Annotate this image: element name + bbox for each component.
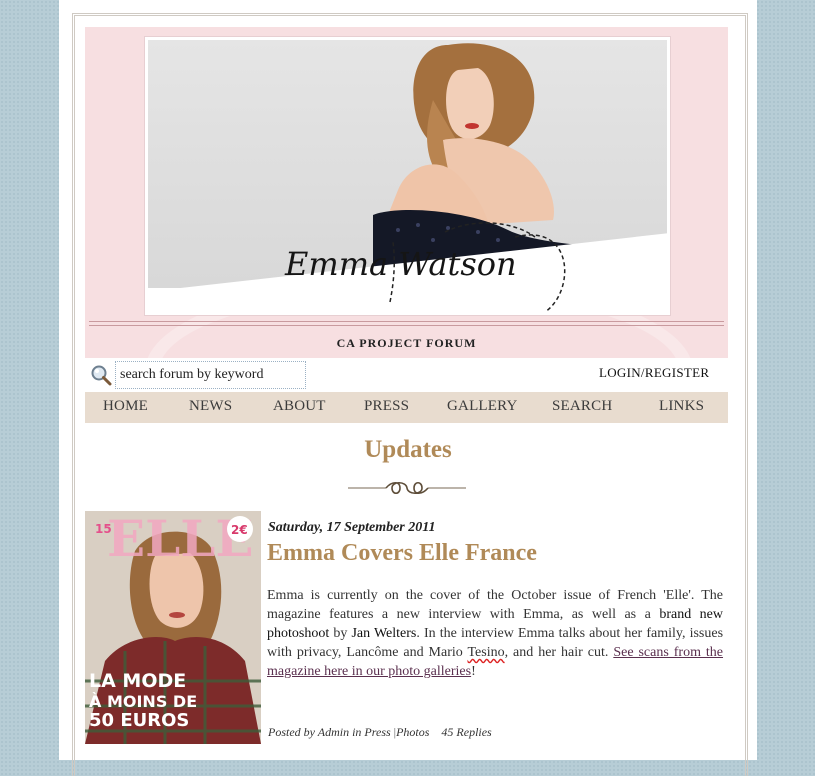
cover-badge: 15 — [95, 522, 112, 536]
jan-welters-text: Jan Welters — [351, 626, 417, 641]
category-photos-link[interactable]: Photos — [396, 725, 429, 739]
post-body: Emma is currently on the cover of the Oc… — [267, 586, 723, 681]
cover-line-3: 50 EUROS — [89, 710, 189, 731]
post-body-text-2: by — [329, 626, 352, 641]
cover-price: 2€ — [231, 523, 248, 537]
login-register-link[interactable]: LOGIN/REGISTER — [599, 365, 709, 381]
banner-name: Emma Watson — [284, 245, 517, 283]
post-body-text-4: , and her hair cut. — [504, 645, 614, 660]
post-date: Saturday, 17 September 2011 — [268, 520, 436, 535]
site-header: Emma Watson CA PROJECT FORUM — [85, 27, 728, 358]
search-input[interactable] — [115, 361, 306, 389]
ornament-divider-icon — [348, 481, 466, 495]
header-banner[interactable]: Emma Watson — [144, 36, 671, 316]
post-body-text-1: Emma is currently on the cover of the Oc… — [267, 588, 723, 622]
header-rule-bottom — [89, 325, 724, 326]
cover-line-1: LA MODE — [89, 670, 186, 692]
nav-links[interactable]: LINKS — [659, 398, 704, 415]
page: Emma Watson CA PROJECT FORUM LOGIN/REGIS… — [59, 0, 757, 776]
cover-line-2: À MOINS DE — [89, 692, 197, 711]
nav-news[interactable]: NEWS — [189, 398, 232, 415]
replies-link[interactable]: 45 Replies — [441, 725, 491, 739]
nav-press[interactable]: PRESS — [364, 398, 409, 415]
post-meta: Posted by Admin in Press |Photos 45 Repl… — [268, 725, 492, 740]
banner-white-slant: Emma Watson — [145, 222, 670, 315]
post-body-text-5: ! — [471, 664, 476, 679]
nav-about[interactable]: ABOUT — [273, 398, 326, 415]
nav-search[interactable]: SEARCH — [552, 398, 612, 415]
post-title[interactable]: Emma Covers Elle France — [267, 540, 537, 567]
nav-gallery[interactable]: GALLERY — [447, 398, 518, 415]
forum-title[interactable]: CA PROJECT FORUM — [85, 336, 728, 351]
nav-home[interactable]: HOME — [103, 398, 148, 415]
posted-by-text[interactable]: Posted by Admin in Press — [268, 725, 391, 739]
section-title: Updates — [364, 436, 452, 463]
tesino-name: Tesino — [467, 645, 505, 660]
magnifier-icon[interactable] — [90, 364, 112, 386]
main-nav: HOME NEWS ABOUT PRESS GALLERY SEARCH LIN… — [85, 392, 728, 423]
post-thumbnail-magazine-cover[interactable]: ELLE 15 2€ LA MODE À MOINS DE 50 EUROS — [85, 511, 261, 744]
header-rule-top — [89, 321, 724, 322]
